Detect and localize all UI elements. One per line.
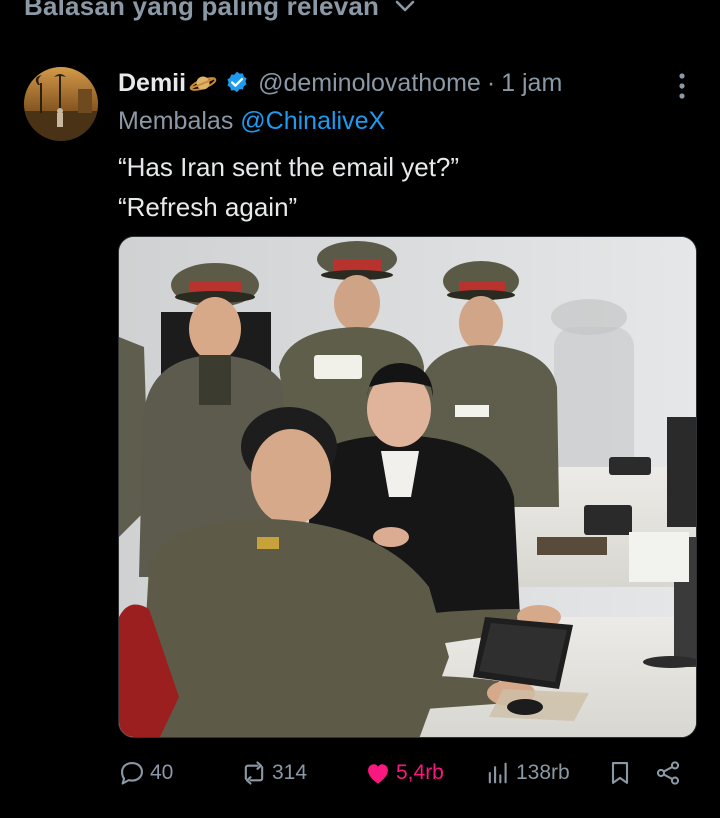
author-name[interactable]: Demii: [118, 69, 186, 98]
photo-officers-watching-computer-icon: [119, 237, 696, 737]
more-options-icon[interactable]: [670, 71, 694, 101]
ringed-planet-emoji-icon: [189, 76, 217, 91]
author-handle[interactable]: @deminolovathome: [258, 69, 481, 98]
repost-button[interactable]: 314: [240, 755, 307, 791]
timestamp[interactable]: 1 jam: [501, 69, 562, 98]
share-icon: [656, 761, 680, 785]
bookmark-icon: [611, 762, 629, 784]
avatar[interactable]: [24, 67, 98, 141]
separator-dot: ·: [486, 68, 496, 97]
views-button[interactable]: 138rb: [484, 755, 570, 791]
tweet[interactable]: Demii @deminolovathome · 1 jam Membalas …: [0, 55, 720, 818]
like-count: 5,4rb: [396, 761, 444, 784]
views-bar-chart-icon: [488, 762, 507, 784]
replying-to: Membalas @ChinaliveX: [118, 107, 385, 136]
repost-icon: [244, 761, 264, 785]
tweet-media-photo[interactable]: [118, 236, 697, 738]
replies-sort-header[interactable]: Balasan yang paling relevan: [24, 0, 417, 26]
replying-to-mention[interactable]: @ChinaliveX: [240, 107, 385, 135]
like-button[interactable]: 5,4rb: [364, 755, 444, 791]
avatar-image: [24, 67, 98, 141]
tweet-text: “Has Iran sent the email yet?” “Refresh …: [118, 147, 459, 227]
bookmark-button[interactable]: [606, 755, 634, 791]
tweet-text-line-2: “Refresh again”: [118, 192, 298, 222]
tweet-actions: 40 314 5,4rb 138rb: [118, 755, 698, 791]
reply-count: 40: [150, 761, 174, 784]
share-button[interactable]: [654, 755, 682, 791]
chevron-down-icon: [395, 0, 415, 12]
tweet-text-line-1: “Has Iran sent the email yet?”: [118, 152, 460, 182]
reply-icon: [121, 762, 143, 785]
views-count: 138rb: [516, 761, 570, 784]
tweet-header: Demii @deminolovathome · 1 jam: [118, 67, 562, 99]
heart-filled-icon: [368, 764, 388, 784]
reply-button[interactable]: 40: [118, 755, 173, 791]
replies-sort-label: Balasan yang paling relevan: [24, 0, 380, 21]
replying-to-prefix: Membalas: [118, 107, 234, 135]
verified-badge-icon[interactable]: [224, 70, 250, 96]
repost-count: 314: [272, 761, 308, 784]
